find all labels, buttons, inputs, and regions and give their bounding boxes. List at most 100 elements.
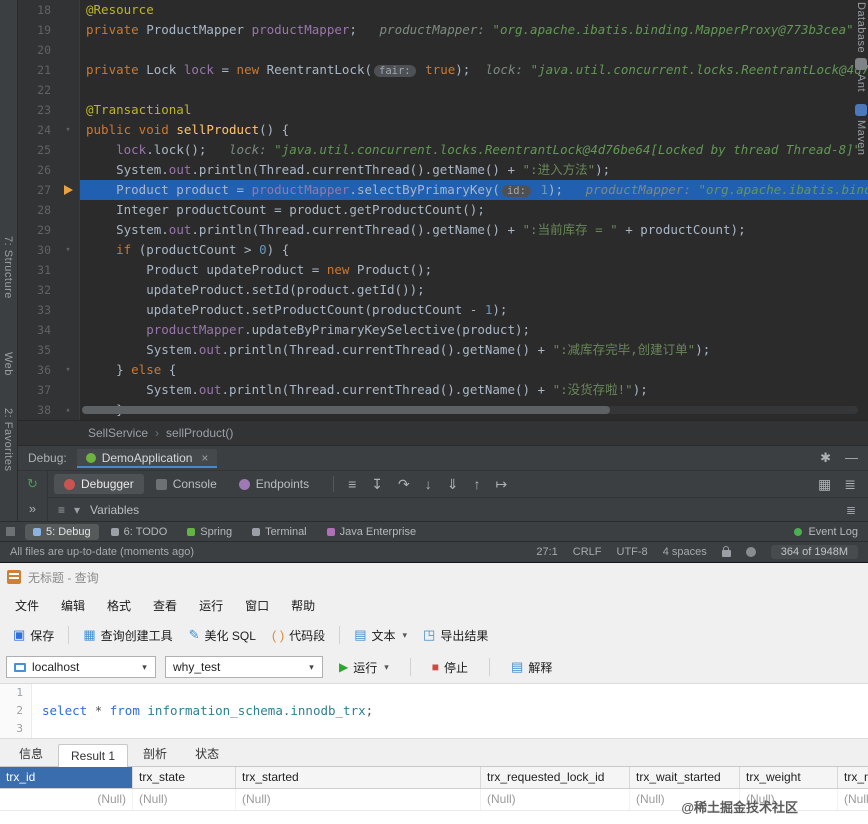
show-execution-point-icon[interactable]: ↧ (371, 476, 383, 493)
rerun-icon[interactable]: ↻ (27, 476, 38, 492)
hide-panel-icon[interactable]: — (845, 450, 858, 466)
code-text[interactable]: @Resource (80, 0, 868, 20)
code-text[interactable]: if (productCount > 0) { (80, 240, 868, 260)
toolwindow-button-2-favorites[interactable]: 2: Favorites (2, 408, 14, 471)
more-options-icon[interactable]: » (29, 501, 36, 516)
code-text[interactable]: private Lock lock = new ReentrantLock(fa… (80, 60, 868, 80)
hamburger-menu-icon[interactable]: ≡ (348, 476, 356, 492)
tab-debugger[interactable]: Debugger (54, 474, 144, 494)
expand-icon[interactable]: ▾ (74, 503, 80, 517)
cell-trx-requested-lock-id[interactable]: (Null) (481, 789, 630, 810)
tab-endpoints[interactable]: Endpoints (229, 474, 319, 494)
beautify-sql-button[interactable]: ✎ 美化 SQL (182, 623, 263, 648)
fold-icon[interactable]: ▾ (65, 360, 70, 380)
fold-icon[interactable]: ▾ (65, 120, 70, 140)
force-step-into-icon[interactable]: ⇓ (447, 476, 459, 493)
code-text[interactable]: @Transactional (80, 100, 868, 120)
column-header-trx-state[interactable]: trx_state (133, 767, 236, 788)
explain-button[interactable]: ▤ 解释 (504, 655, 559, 680)
code-text[interactable]: productMapper.updateByPrimaryKeySelectiv… (80, 320, 868, 340)
step-over-icon[interactable]: ↷ (398, 476, 410, 493)
result-tab-[interactable]: 状态 (182, 740, 232, 766)
threads-list-icon[interactable]: ≡ (58, 503, 65, 517)
code-text[interactable]: } else { (80, 360, 868, 380)
cell-trx-state[interactable]: (Null) (133, 789, 236, 810)
code-text[interactable]: System.out.println(Thread.currentThread(… (80, 340, 868, 360)
toolwindow-tab-java-enterprise[interactable]: Java Enterprise (319, 524, 424, 540)
stop-button[interactable]: ■ 停止 (425, 655, 475, 680)
code-text[interactable]: updateProduct.setId(product.getId()); (80, 280, 868, 300)
sql-text[interactable] (32, 684, 42, 702)
query-builder-button[interactable]: ▦ 查询创建工具 (76, 623, 179, 648)
layout-grid-icon[interactable]: ▦ (818, 476, 831, 493)
code-text[interactable] (80, 80, 868, 100)
memory-indicator[interactable]: 364 of 1948M (770, 545, 858, 559)
code-text[interactable]: private ProductMapper productMapper; pro… (80, 20, 868, 40)
file-encoding[interactable]: UTF-8 (617, 546, 648, 558)
highlighting-level-icon[interactable] (745, 547, 756, 557)
menu-[interactable]: 文件 (4, 592, 50, 619)
horizontal-scrollbar[interactable] (82, 406, 858, 414)
code-text[interactable]: public void sellProduct() { (80, 120, 868, 140)
caret-position[interactable]: 27:1 (536, 546, 557, 558)
export-result-button[interactable]: ◳ 导出结果 (416, 623, 495, 648)
sql-editor[interactable]: 1 2 select * from information_schema.innod… (0, 683, 868, 739)
toolwindow-switcher-icon[interactable] (6, 527, 15, 536)
column-header-trx-id[interactable]: trx_id (0, 767, 133, 788)
sql-text[interactable]: select * from information_schema.innodb_… (32, 702, 373, 720)
code-snippet-button[interactable]: ( ) 代码段 (265, 623, 332, 648)
column-header-trx-weight[interactable]: trx_weight (740, 767, 838, 788)
result-tab-result-1[interactable]: Result 1 (58, 744, 129, 767)
menu-[interactable]: 运行 (188, 592, 234, 619)
column-header-trx-started[interactable]: trx_started (236, 767, 481, 788)
toolwindow-button-web[interactable]: Web (2, 352, 14, 376)
column-header-trx-requested-lock-id[interactable]: trx_requested_lock_id (481, 767, 630, 788)
breadcrumb-item-sellproduct[interactable]: sellProduct() (166, 426, 233, 440)
toolwindow-tab-5-debug[interactable]: 5: Debug (25, 523, 99, 540)
run-to-cursor-icon[interactable]: ↦ (496, 476, 508, 493)
toolwindow-button-7-structure[interactable]: 7: Structure (2, 236, 14, 299)
toolwindow-button-ant[interactable]: Ant (855, 58, 867, 92)
menu-[interactable]: 查看 (142, 592, 188, 619)
code-text[interactable] (80, 40, 868, 60)
cell-trx-started[interactable]: (Null) (236, 789, 481, 810)
toolwindow-tab-spring[interactable]: Spring (179, 524, 240, 540)
code-text[interactable]: System.out.println(Thread.currentThread(… (80, 380, 868, 400)
layout-settings-icon[interactable]: ≣ (844, 476, 856, 493)
code-text[interactable]: updateProduct.setProductCount(productCou… (80, 300, 868, 320)
code-text[interactable]: lock.lock(); lock: "java.util.concurrent… (80, 140, 868, 160)
toolwindow-tab-terminal[interactable]: Terminal (244, 524, 315, 540)
settings-gear-icon[interactable]: ✱ (820, 450, 831, 466)
tab-console[interactable]: Console (146, 474, 227, 494)
save-button[interactable]: ▣ 保存 (6, 623, 61, 648)
menu-[interactable]: 编辑 (50, 592, 96, 619)
connection-select[interactable]: localhost ▾ (6, 656, 156, 678)
event-log-button[interactable]: Event Log (794, 526, 862, 538)
toolwindow-button-maven[interactable]: Maven (855, 104, 867, 156)
fold-icon[interactable]: ▴ (65, 400, 70, 420)
menu-[interactable]: 格式 (96, 592, 142, 619)
result-tab-[interactable]: 信息 (6, 740, 56, 766)
code-text[interactable]: System.out.println(Thread.currentThread(… (80, 160, 868, 180)
result-tab-[interactable]: 剖析 (130, 740, 180, 766)
toolwindow-button-database[interactable]: Database (855, 2, 867, 53)
code-text[interactable]: System.out.println(Thread.currentThread(… (80, 220, 868, 240)
cell-trx-mysql-thread-id[interactable]: (Null) (838, 789, 868, 810)
scrollbar-thumb[interactable] (82, 406, 610, 414)
cell-trx-id[interactable]: (Null) (0, 789, 133, 810)
debug-session-tab[interactable]: DemoApplication × (76, 448, 218, 468)
database-select[interactable]: why_test ▾ (165, 656, 323, 678)
indent-style[interactable]: 4 spaces (663, 546, 707, 558)
export-format-button[interactable]: ▤ 文本 ▾ (347, 623, 414, 648)
menu-[interactable]: 帮助 (280, 592, 326, 619)
code-text[interactable]: Integer productCount = product.getProduc… (80, 200, 868, 220)
sql-text[interactable] (32, 720, 42, 738)
close-icon[interactable]: × (201, 451, 208, 465)
code-text[interactable]: Product updateProduct = new Product(); (80, 260, 868, 280)
column-header-trx-wait-started[interactable]: trx_wait_started (630, 767, 740, 788)
lock-icon[interactable] (721, 546, 731, 557)
fold-icon[interactable]: ▾ (65, 240, 70, 260)
line-separator[interactable]: CRLF (573, 546, 602, 558)
run-button[interactable]: ▶ 运行 ▾ (332, 655, 396, 680)
toolwindow-tab-6-todo[interactable]: 6: TODO (103, 524, 176, 540)
